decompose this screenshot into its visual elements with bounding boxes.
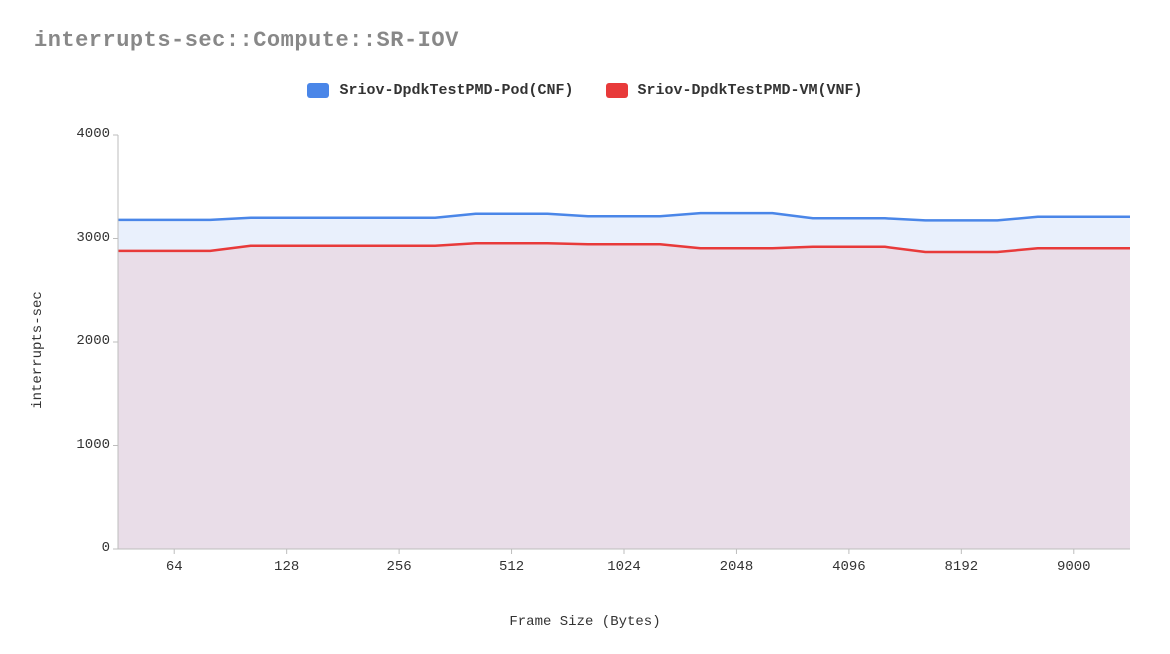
x-tick-label: 128	[247, 559, 327, 575]
area-series-0	[118, 213, 1130, 549]
x-axis-label: Frame Size (Bytes)	[0, 614, 1170, 630]
y-tick-label: 1000	[66, 437, 110, 453]
y-tick-label: 2000	[66, 333, 110, 349]
x-tick-label: 4096	[809, 559, 889, 575]
area-series-1	[118, 243, 1130, 549]
y-tick-label: 4000	[66, 126, 110, 142]
y-axis-label: interrupts-sec	[30, 291, 46, 409]
legend-label-1: Sriov-DpdkTestPMD-VM(VNF)	[638, 82, 863, 99]
x-tick-label: 512	[472, 559, 552, 575]
line-series-1	[118, 243, 1130, 252]
x-tick-label: 8192	[921, 559, 1001, 575]
x-tick-label: 256	[359, 559, 439, 575]
y-tick-label: 3000	[66, 230, 110, 246]
chart-title: interrupts-sec::Compute::SR-IOV	[34, 28, 459, 53]
y-tick-label: 0	[66, 540, 110, 556]
legend-swatch-0	[307, 83, 329, 98]
legend: Sriov-DpdkTestPMD-Pod(CNF) Sriov-DpdkTes…	[0, 82, 1170, 99]
x-tick-label: 2048	[696, 559, 776, 575]
x-tick-label: 1024	[584, 559, 664, 575]
line-series-0	[118, 213, 1130, 220]
legend-item-0: Sriov-DpdkTestPMD-Pod(CNF)	[307, 82, 573, 99]
legend-swatch-1	[606, 83, 628, 98]
legend-item-1: Sriov-DpdkTestPMD-VM(VNF)	[606, 82, 863, 99]
chart-container: interrupts-sec::Compute::SR-IOV Sriov-Dp…	[0, 0, 1170, 654]
legend-label-0: Sriov-DpdkTestPMD-Pod(CNF)	[339, 82, 573, 99]
x-tick-label: 9000	[1034, 559, 1114, 575]
x-tick-label: 64	[134, 559, 214, 575]
